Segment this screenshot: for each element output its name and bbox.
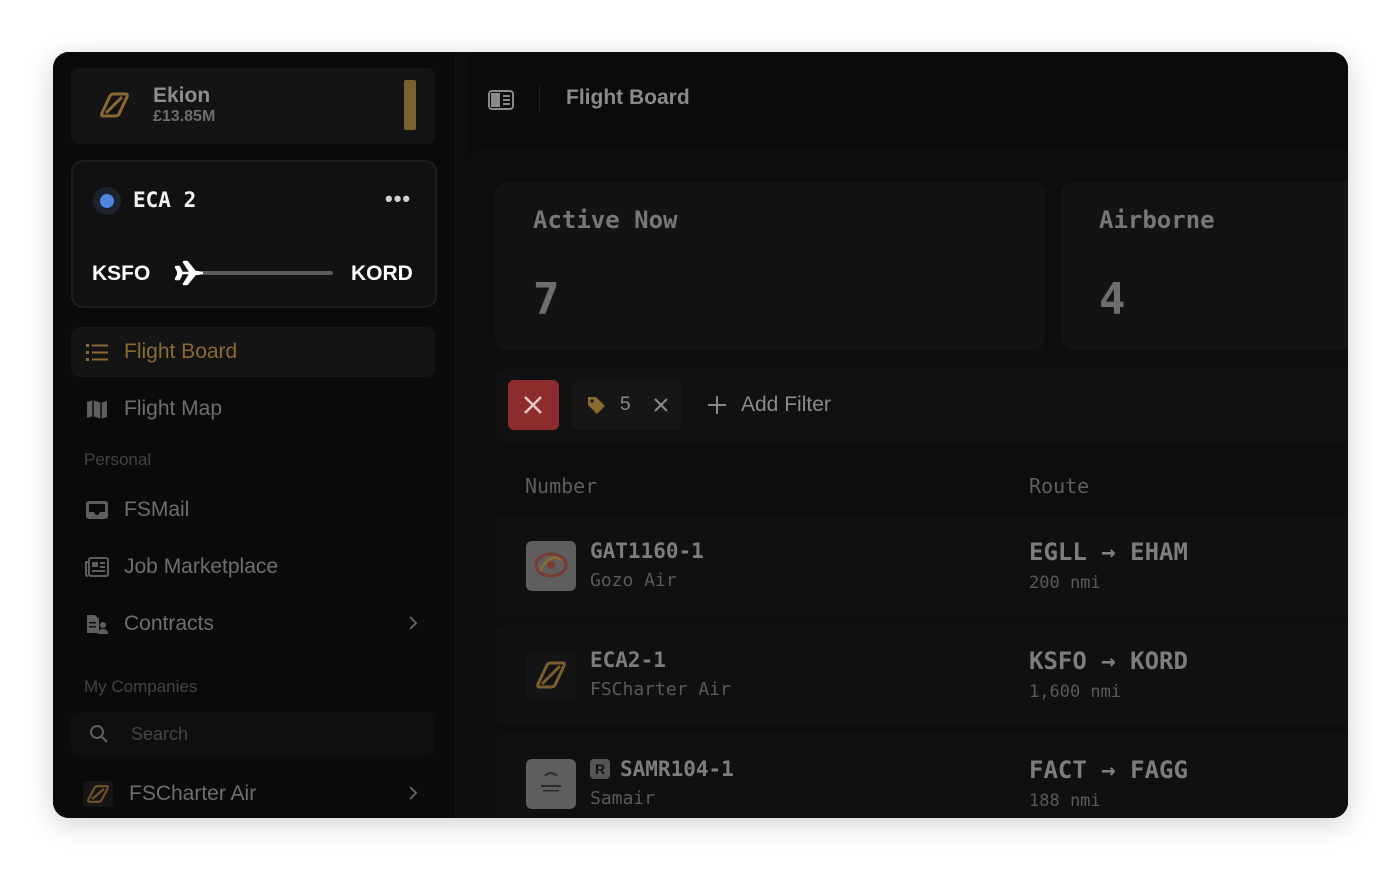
- chevron-right-icon: [409, 786, 418, 800]
- airline-logo-fscharter: [526, 650, 576, 700]
- table-row[interactable]: GAT1160-1 Gozo Air EGLL → EHAM 200 nmi: [495, 516, 1348, 616]
- flight-callsign: ECA 2: [133, 188, 197, 212]
- filter-chip-value: 5: [620, 394, 631, 415]
- flight-origin: KSFO: [92, 262, 151, 285]
- sidebar-item-fsmail[interactable]: FSMail: [71, 485, 435, 535]
- tag-icon: [588, 397, 605, 414]
- sidebar-divider: [455, 52, 467, 818]
- sidebar-item-fscharter-air[interactable]: FSCharter Air: [71, 769, 435, 818]
- sidebar-item-contracts[interactable]: Contracts: [71, 599, 435, 649]
- company-search[interactable]: [71, 712, 435, 756]
- r-badge-icon: R: [590, 759, 610, 779]
- flight-number: ECA2-1: [590, 648, 666, 672]
- company-color-bar: [404, 80, 416, 130]
- flight-number: R SAMR104-1: [590, 757, 734, 781]
- search-icon: [90, 725, 108, 743]
- inbox-icon: [86, 501, 108, 519]
- airline-logo-samair: [526, 759, 576, 809]
- flight-distance: 188 nmi: [1029, 791, 1101, 811]
- flight-distance: 1,600 nmi: [1029, 682, 1122, 702]
- sidebar-item-flight-map[interactable]: Flight Map: [71, 384, 435, 434]
- map-icon: [87, 400, 107, 419]
- flight-destination: KORD: [351, 262, 413, 285]
- airline-name: Samair: [590, 788, 656, 809]
- fscharter-logo-icon: [83, 781, 113, 807]
- close-icon[interactable]: [653, 397, 669, 413]
- stat-value: 7: [533, 274, 560, 325]
- add-filter-label: Add Filter: [741, 393, 831, 416]
- airline-name: FSCharter Air: [590, 679, 731, 700]
- contract-icon: [87, 615, 108, 634]
- stat-card-active: Active Now 7: [495, 182, 1045, 350]
- more-options-icon[interactable]: •••: [385, 186, 411, 212]
- column-header-number[interactable]: Number: [525, 474, 597, 498]
- flight-progress-track: [193, 271, 333, 275]
- stat-label: Active Now: [533, 206, 678, 234]
- airline-name: Gozo Air: [590, 570, 677, 591]
- flight-route: FACT → FAGG: [1029, 756, 1188, 784]
- flight-number: GAT1160-1: [590, 539, 704, 563]
- filter-chip-tag[interactable]: 5: [572, 380, 682, 430]
- stat-card-airborne: Airborne 4: [1061, 182, 1348, 350]
- sidebar-item-job-marketplace[interactable]: Job Marketplace: [71, 542, 435, 592]
- airline-logo-gozo: [526, 541, 576, 591]
- sidebar-item-label: Contracts: [124, 612, 214, 635]
- sidebar-item-label: Flight Board: [124, 340, 238, 363]
- plus-icon: [708, 396, 726, 414]
- add-filter-button[interactable]: Add Filter: [707, 380, 867, 430]
- page-title: Flight Board: [566, 86, 690, 109]
- sidebar-item-label: FSMail: [124, 498, 190, 521]
- sidebar-item-label: Job Marketplace: [124, 555, 279, 578]
- flight-route: EGLL → EHAM: [1029, 538, 1188, 566]
- topbar-separator: [539, 86, 540, 112]
- airplane-icon: [174, 260, 203, 286]
- fscharter-logo-icon: [100, 92, 129, 118]
- table-row[interactable]: R SAMR104-1 Samair FACT → FAGG 188 nmi: [495, 734, 1348, 818]
- company-balance: £13.85M: [153, 108, 216, 125]
- table-row[interactable]: ECA2-1 FSCharter Air KSFO → KORD 1,600 n…: [495, 625, 1348, 725]
- section-label-personal: Personal: [84, 450, 152, 469]
- company-name: Ekion: [153, 84, 211, 107]
- flight-distance: 200 nmi: [1029, 573, 1101, 593]
- flight-route: KSFO → KORD: [1029, 647, 1188, 675]
- chevron-right-icon: [409, 616, 418, 630]
- filter-bar: 5 Add Filter: [495, 368, 1348, 442]
- column-header-route[interactable]: Route: [1029, 474, 1089, 498]
- company-switcher[interactable]: Ekion £13.85M: [71, 68, 435, 144]
- flight-status-dot: [93, 187, 121, 215]
- search-input[interactable]: [131, 722, 411, 746]
- sidebar: Ekion £13.85M ECA 2 ••• KSFO KORD Flight: [53, 52, 455, 818]
- sidebar-toggle-icon[interactable]: [488, 89, 514, 111]
- app-window: Ekion £13.85M ECA 2 ••• KSFO KORD Flight: [53, 52, 1348, 818]
- clear-filters-button[interactable]: [508, 380, 559, 430]
- section-label-my-companies: My Companies: [84, 677, 198, 696]
- stat-label: Airborne: [1099, 206, 1215, 234]
- flight-number-text: SAMR104-1: [620, 757, 734, 781]
- flight-board-content: Active Now 7 Airborne 4 5 Add Filter Num…: [467, 148, 1348, 818]
- stat-value: 4: [1099, 274, 1126, 325]
- sidebar-item-label: Flight Map: [124, 397, 223, 420]
- close-icon: [524, 396, 542, 414]
- newspaper-icon: [85, 557, 109, 577]
- topbar: Flight Board: [467, 52, 1348, 148]
- sidebar-item-label: FSCharter Air: [129, 782, 257, 805]
- sidebar-item-flight-board[interactable]: Flight Board: [71, 327, 435, 377]
- active-flight-card[interactable]: ECA 2 ••• KSFO KORD: [71, 160, 437, 308]
- list-icon: [86, 344, 108, 361]
- main-panel: Flight Board Active Now 7 Airborne 4 5 A…: [467, 52, 1348, 818]
